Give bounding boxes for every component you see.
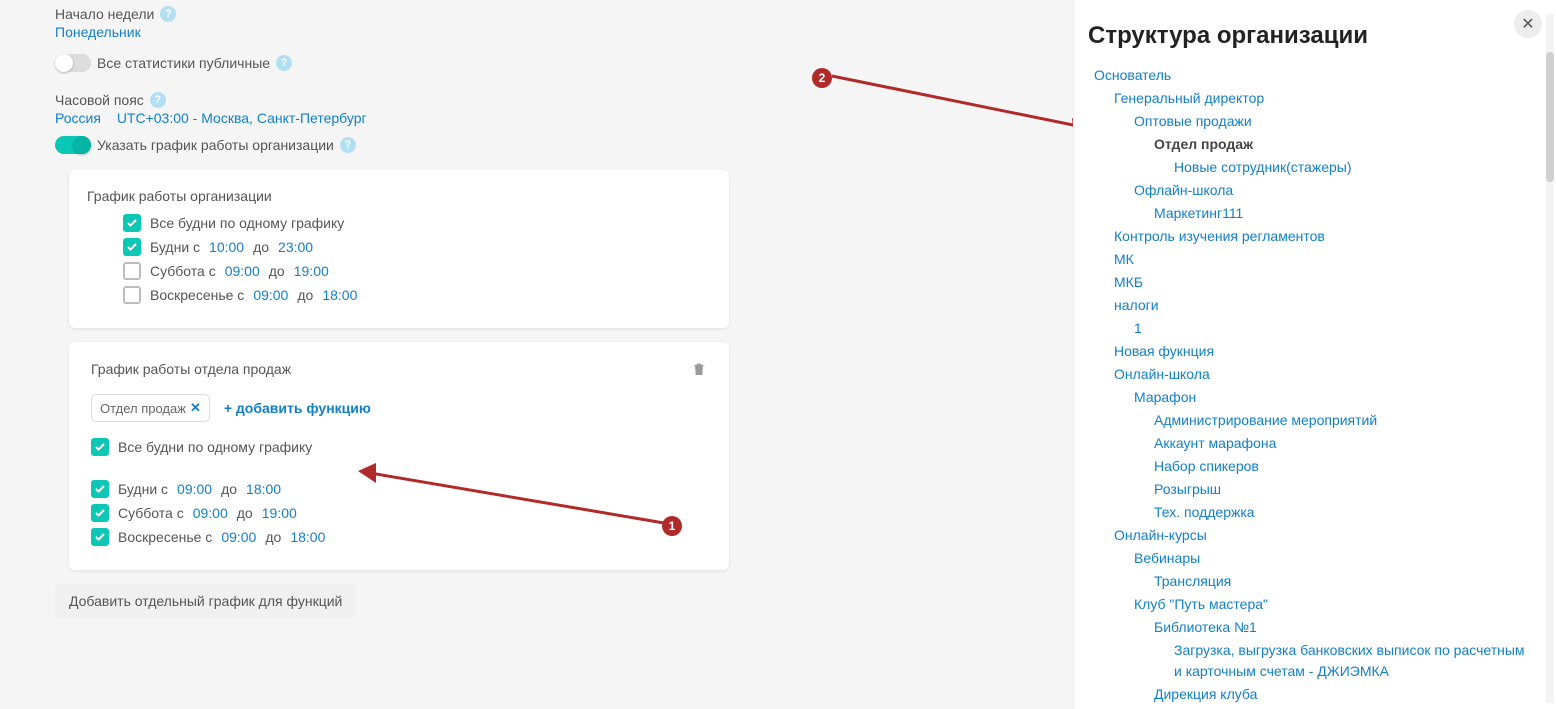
add-separate-schedule-button[interactable]: Добавить отдельный график для функций xyxy=(55,584,356,618)
tree-node[interactable]: Администрирование мероприятий xyxy=(1154,409,1536,432)
set-schedule-label: Указать график работы организации xyxy=(97,137,334,153)
toggle-all-stats-public[interactable] xyxy=(55,54,91,72)
to-label: до xyxy=(269,263,285,279)
timezone-value[interactable]: UTC+03:00 - Москва, Санкт-Петербург xyxy=(117,110,367,126)
tree-node[interactable]: Клуб "Путь мастера" xyxy=(1134,593,1536,616)
saturday-from[interactable]: 09:00 xyxy=(225,263,260,279)
toggle-set-schedule[interactable] xyxy=(55,136,91,154)
tree-node[interactable]: МК xyxy=(1114,248,1536,271)
week-start-value[interactable]: Понедельник xyxy=(55,24,141,40)
tree-node[interactable]: Оптовые продажи xyxy=(1134,110,1536,133)
tree-node[interactable]: Офлайн-школа xyxy=(1134,179,1536,202)
tree-node[interactable]: Онлайн-курсы xyxy=(1114,524,1536,547)
to-label: до xyxy=(221,481,237,497)
weekdays-to[interactable]: 18:00 xyxy=(246,481,281,497)
tree-node[interactable]: Маркетинг111 xyxy=(1154,202,1536,225)
tree-node[interactable]: Загрузка, выгрузка банковских выписок по… xyxy=(1174,639,1536,683)
org-structure-panel: ✕ Структура организации Основатель Генер… xyxy=(1073,0,1556,709)
sunday-from[interactable]: 09:00 xyxy=(221,529,256,545)
tree-node[interactable]: Тех. поддержка xyxy=(1154,501,1536,524)
checkbox-saturday[interactable] xyxy=(123,262,141,280)
annotation-arrow-1 xyxy=(358,463,668,533)
org-schedule-card: График работы организации Все будни по о… xyxy=(69,170,729,328)
sunday-prefix: Воскресенье с xyxy=(150,287,244,303)
tree-node[interactable]: Онлайн-школа xyxy=(1114,363,1536,386)
tree-node[interactable]: Трансляция xyxy=(1154,570,1536,593)
timezone-country[interactable]: Россия xyxy=(55,110,101,126)
weekdays-prefix: Будни с xyxy=(150,239,200,255)
tree-node[interactable]: Марафон xyxy=(1134,386,1536,409)
tree-node[interactable]: Контроль изучения регламентов xyxy=(1114,225,1536,248)
tree-node[interactable]: Новые сотрудник(стажеры) xyxy=(1174,156,1536,179)
scroll-thumb[interactable] xyxy=(1546,52,1554,182)
timezone-label: Часовой пояс xyxy=(55,92,144,108)
week-start-label: Начало недели xyxy=(55,6,154,22)
all-weekdays-same-label: Все будни по одному графику xyxy=(118,439,312,455)
checkbox-all-weekdays-same[interactable] xyxy=(123,214,141,232)
sunday-to[interactable]: 18:00 xyxy=(322,287,357,303)
to-label: до xyxy=(265,529,281,545)
weekdays-from[interactable]: 10:00 xyxy=(209,239,244,255)
org-tree: Основатель Генеральный директор Оптовые … xyxy=(1088,64,1536,709)
trash-icon[interactable] xyxy=(691,360,707,378)
saturday-to[interactable]: 19:00 xyxy=(294,263,329,279)
checkbox-weekdays[interactable] xyxy=(123,238,141,256)
close-icon[interactable]: ✕ xyxy=(1514,10,1542,38)
sunday-from[interactable]: 09:00 xyxy=(253,287,288,303)
chip-remove-icon[interactable]: ✕ xyxy=(190,400,201,416)
panel-title: Структура организации xyxy=(1088,22,1536,50)
dept-schedule-card: График работы отдела продаж Отдел продаж… xyxy=(69,342,729,570)
tree-node[interactable]: Основатель xyxy=(1094,64,1536,87)
tree-node[interactable]: Новая фукнция xyxy=(1114,340,1536,363)
all-weekdays-same-label: Все будни по одному графику xyxy=(150,215,344,231)
tree-node[interactable]: налоги xyxy=(1114,294,1536,317)
tree-node[interactable]: Розыгрыш xyxy=(1154,478,1536,501)
checkbox-sunday[interactable] xyxy=(91,528,109,546)
tree-node[interactable]: Дирекция клуба xyxy=(1154,683,1536,706)
tree-node[interactable]: Генеральный директор xyxy=(1114,87,1536,110)
weekdays-from[interactable]: 09:00 xyxy=(177,481,212,497)
settings-panel: Начало недели ? Понедельник Все статисти… xyxy=(0,0,1073,709)
checkbox-sunday[interactable] xyxy=(123,286,141,304)
function-chip[interactable]: Отдел продаж ✕ xyxy=(91,394,210,422)
tree-node[interactable]: Аккаунт марафона xyxy=(1154,432,1536,455)
help-icon[interactable]: ? xyxy=(160,6,176,22)
tree-node[interactable]: 1 xyxy=(1134,317,1536,340)
tree-node[interactable]: Библиотека №1 xyxy=(1154,616,1536,639)
to-label: до xyxy=(297,287,313,303)
to-label: до xyxy=(237,505,253,521)
tree-node[interactable]: Набор спикеров xyxy=(1154,455,1536,478)
saturday-prefix: Суббота с xyxy=(150,263,216,279)
scrollbar[interactable] xyxy=(1546,14,1554,703)
chip-label: Отдел продаж xyxy=(100,401,186,416)
dept-schedule-title: График работы отдела продаж xyxy=(91,361,291,377)
checkbox-all-weekdays-same[interactable] xyxy=(91,438,109,456)
help-icon[interactable]: ? xyxy=(276,55,292,71)
saturday-prefix: Суббота с xyxy=(118,505,184,521)
checkbox-weekdays[interactable] xyxy=(91,480,109,498)
sunday-to[interactable]: 18:00 xyxy=(290,529,325,545)
saturday-to[interactable]: 19:00 xyxy=(262,505,297,521)
checkbox-saturday[interactable] xyxy=(91,504,109,522)
tree-node[interactable]: Вебинары xyxy=(1134,547,1536,570)
all-stats-public-label: Все статистики публичные xyxy=(97,55,270,71)
to-label: до xyxy=(253,239,269,255)
help-icon[interactable]: ? xyxy=(340,137,356,153)
sunday-prefix: Воскресенье с xyxy=(118,529,212,545)
help-icon[interactable]: ? xyxy=(150,92,166,108)
weekdays-to[interactable]: 23:00 xyxy=(278,239,313,255)
annotation-arrow-2 xyxy=(832,76,1092,136)
tree-node[interactable]: МКБ xyxy=(1114,271,1536,294)
org-schedule-title: График работы организации xyxy=(87,188,711,204)
saturday-from[interactable]: 09:00 xyxy=(193,505,228,521)
add-function-button[interactable]: + добавить функцию xyxy=(224,400,371,416)
weekdays-prefix: Будни с xyxy=(118,481,168,497)
tree-node-selected[interactable]: Отдел продаж xyxy=(1154,133,1536,156)
annotation-badge-2: 2 xyxy=(812,68,832,88)
